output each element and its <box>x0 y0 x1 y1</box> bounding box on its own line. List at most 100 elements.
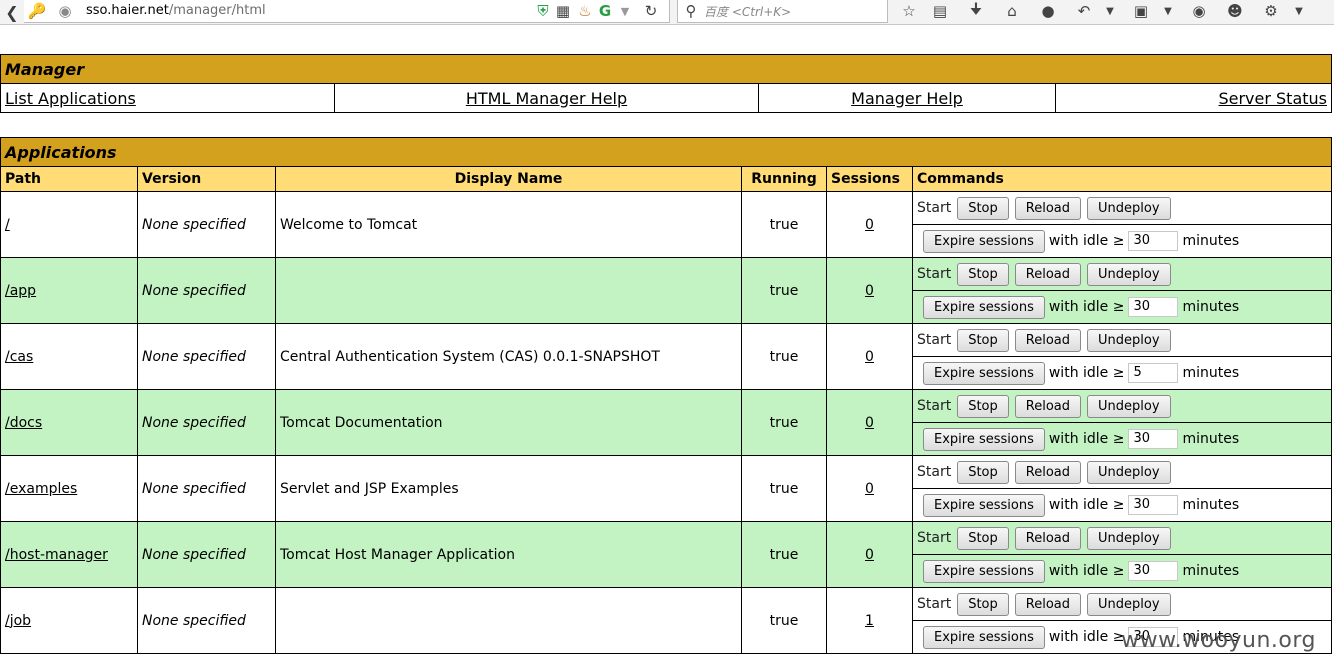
key-icon[interactable]: 🔑 <box>28 2 47 20</box>
undeploy-button[interactable]: Undeploy <box>1087 526 1171 550</box>
stop-button[interactable]: Stop <box>957 196 1009 220</box>
idle-minutes-input[interactable]: 30 <box>1128 296 1179 317</box>
app-version: None specified <box>137 389 276 456</box>
app-path-link[interactable]: /host-manager <box>5 547 108 563</box>
dropdown-icon[interactable]: ▼ <box>616 2 634 20</box>
idle-minutes-input[interactable]: 30 <box>1128 494 1179 515</box>
reload-button[interactable]: Reload <box>1014 460 1081 484</box>
table-row: /app None specified true 0 Start Stop Reload Un… <box>0 257 1332 324</box>
app-lifecycle-commands: Start Stop Reload Undeploy <box>912 257 1332 291</box>
grammarly-icon[interactable]: G <box>596 2 614 20</box>
column-header-sessions: Sessions <box>826 166 913 192</box>
undeploy-button[interactable]: Undeploy <box>1087 328 1171 352</box>
bookmarks-list-icon[interactable]: ▤ <box>931 2 949 20</box>
nav-html-manager-help-cell: HTML Manager Help <box>334 83 759 113</box>
idle-minutes-input[interactable]: 30 <box>1128 230 1179 251</box>
undeploy-button[interactable]: Undeploy <box>1087 394 1171 418</box>
extension-icon[interactable]: ⚙ <box>1262 2 1280 20</box>
idle-label: with idle ≥ <box>1048 232 1125 249</box>
expire-sessions-button[interactable]: Expire sessions <box>923 559 1045 583</box>
url-text[interactable]: sso.haier.net/manager/html <box>86 3 266 18</box>
start-label: Start <box>917 529 952 546</box>
nav-list-applications[interactable]: List Applications <box>5 89 136 108</box>
search-input[interactable]: 百度 <Ctrl+K> <box>704 3 791 20</box>
reload-button[interactable]: Reload <box>1014 196 1081 220</box>
expire-sessions-button[interactable]: Expire sessions <box>923 625 1045 649</box>
nav-manager-help[interactable]: Manager Help <box>851 89 963 108</box>
idle-label: with idle ≥ <box>1048 562 1125 579</box>
stop-button[interactable]: Stop <box>957 592 1009 616</box>
app-path-link[interactable]: /app <box>5 283 36 299</box>
app-path-link[interactable]: /job <box>5 613 31 629</box>
app-path-cell: /host-manager <box>0 521 138 588</box>
app-sessions-cell: 0 <box>826 455 913 522</box>
stop-button[interactable]: Stop <box>957 394 1009 418</box>
app-running-status: true <box>741 257 827 324</box>
expire-sessions-button[interactable]: Expire sessions <box>923 493 1045 517</box>
undeploy-button[interactable]: Undeploy <box>1087 196 1171 220</box>
stop-button[interactable]: Stop <box>957 526 1009 550</box>
app-sessions-link[interactable]: 0 <box>865 415 874 431</box>
reload-button[interactable]: Reload <box>1014 592 1081 616</box>
undo-dropdown-icon[interactable]: ▼ <box>1101 2 1119 20</box>
app-sessions-cell: 0 <box>826 191 913 258</box>
column-header-commands: Commands <box>912 166 1332 192</box>
chat-icon[interactable]: ● <box>1039 2 1057 20</box>
expire-sessions-button[interactable]: Expire sessions <box>923 427 1045 451</box>
java-icon[interactable]: ♨ <box>576 2 594 20</box>
address-bar[interactable]: 🔑 ◉ sso.haier.net/manager/html ⛨ ▦ ♨ G ▼… <box>24 0 670 23</box>
search-bar[interactable]: ⚲ 百度 <Ctrl+K> <box>677 0 888 23</box>
reload-button[interactable]: Reload <box>1014 394 1081 418</box>
app-version: None specified <box>137 455 276 522</box>
reload-button[interactable]: Reload <box>1014 262 1081 286</box>
app-sessions-link[interactable]: 0 <box>865 283 874 299</box>
app-sessions-cell: 0 <box>826 521 913 588</box>
menu-dropdown-icon[interactable]: ▼ <box>1290 2 1308 20</box>
reload-button[interactable]: Reload <box>1014 526 1081 550</box>
stop-button[interactable]: Stop <box>957 460 1009 484</box>
nav-html-manager-help[interactable]: HTML Manager Help <box>466 89 627 108</box>
crop-dropdown-icon[interactable]: ▼ <box>1159 2 1177 20</box>
idle-minutes-input[interactable]: 5 <box>1128 362 1179 383</box>
app-sessions-link[interactable]: 0 <box>865 349 874 365</box>
undeploy-button[interactable]: Undeploy <box>1087 592 1171 616</box>
app-sessions-link[interactable]: 0 <box>865 217 874 233</box>
app-running-status: true <box>741 455 827 522</box>
idle-label: with idle ≥ <box>1048 496 1125 513</box>
idle-minutes-input[interactable]: 30 <box>1128 428 1179 449</box>
app-sessions-link[interactable]: 0 <box>865 547 874 563</box>
expire-sessions-button[interactable]: Expire sessions <box>923 229 1045 253</box>
reload-icon[interactable]: ↻ <box>642 2 660 20</box>
app-sessions-link[interactable]: 0 <box>865 481 874 497</box>
bookmark-star-icon[interactable]: ☆ <box>900 2 918 20</box>
download-icon[interactable]: 🠋 <box>967 0 985 20</box>
app-path-cell: /docs <box>0 389 138 456</box>
reload-button[interactable]: Reload <box>1014 328 1081 352</box>
expire-sessions-button[interactable]: Expire sessions <box>923 361 1045 385</box>
undeploy-button[interactable]: Undeploy <box>1087 460 1171 484</box>
app-sessions-cell: 0 <box>826 389 913 456</box>
app-path-link[interactable]: /docs <box>5 415 42 431</box>
idle-minutes-input[interactable]: 30 <box>1128 560 1179 581</box>
app-path-link[interactable]: / <box>5 217 10 233</box>
home-icon[interactable]: ⌂ <box>1003 2 1021 20</box>
avatar-icon[interactable]: ☻ <box>1226 2 1244 20</box>
shield-icon[interactable]: ⛨ <box>534 2 552 20</box>
nav-server-status[interactable]: Server Status <box>1218 89 1327 108</box>
app-expire-commands: Expire sessions with idle ≥30 minutes <box>912 290 1332 324</box>
qr-code-icon[interactable]: ▦ <box>554 2 572 20</box>
undeploy-button[interactable]: Undeploy <box>1087 262 1171 286</box>
undo-icon[interactable]: ↶ <box>1075 2 1093 20</box>
app-sessions-link[interactable]: 1 <box>865 613 874 629</box>
stop-button[interactable]: Stop <box>957 328 1009 352</box>
speech-bubble-icon[interactable]: ◉ <box>1190 2 1208 20</box>
app-path-link[interactable]: /cas <box>5 349 33 365</box>
start-label: Start <box>917 331 952 348</box>
crop-icon[interactable]: ▣ <box>1132 2 1150 20</box>
expire-sessions-button[interactable]: Expire sessions <box>923 295 1045 319</box>
app-expire-commands: Expire sessions with idle ≥30 minutes <box>912 422 1332 456</box>
app-path-link[interactable]: /examples <box>5 481 77 497</box>
stop-button[interactable]: Stop <box>957 262 1009 286</box>
app-sessions-cell: 1 <box>826 587 913 654</box>
back-icon[interactable]: ❮ <box>2 1 22 23</box>
